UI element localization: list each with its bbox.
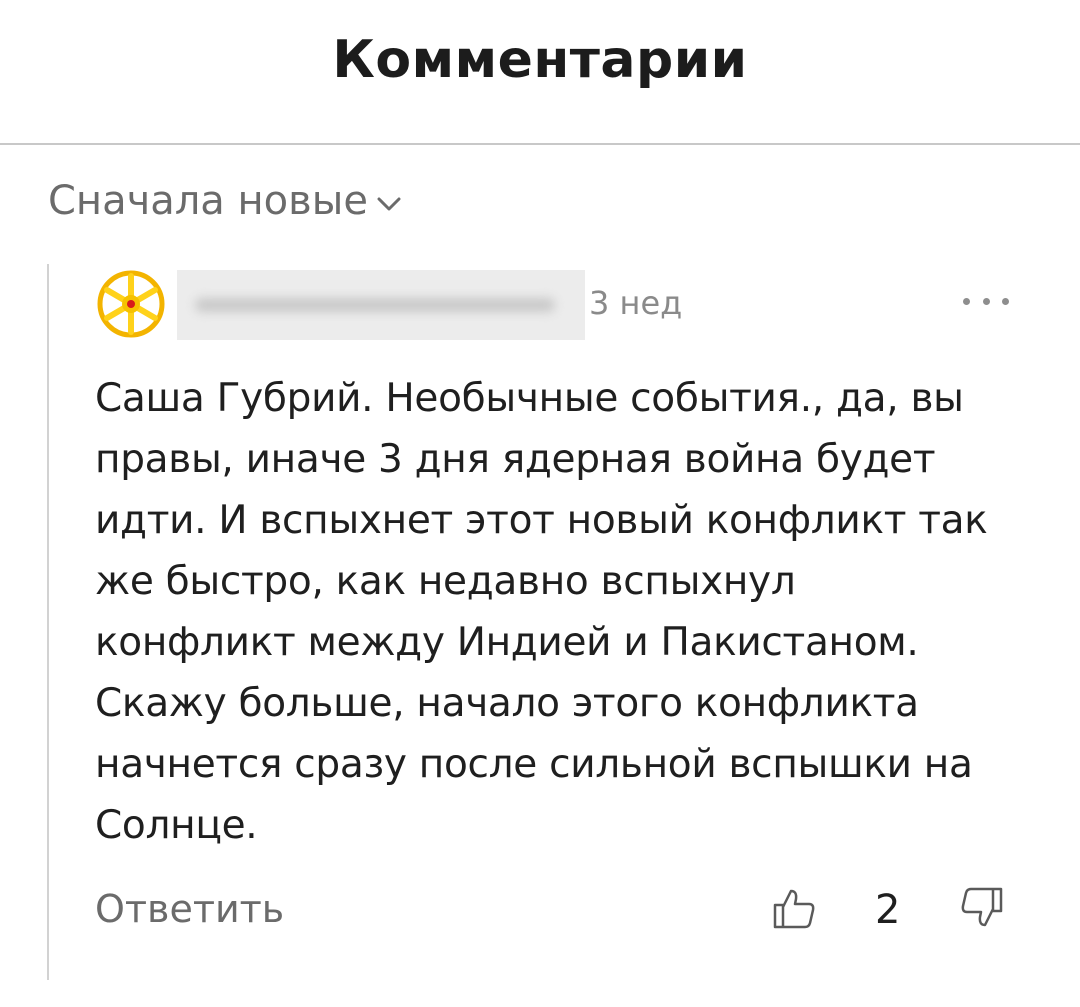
thread-line bbox=[47, 264, 49, 980]
comment-timestamp: 3 нед bbox=[589, 284, 683, 322]
like-count: 2 bbox=[875, 887, 901, 933]
chevron-down-icon bbox=[377, 197, 401, 211]
comments-page: Комментарии Сначала новые 3 нед Саша Губ… bbox=[0, 0, 1080, 1007]
thumbs-up-icon[interactable] bbox=[771, 885, 817, 931]
comment-actions: Ответить 2 bbox=[95, 885, 1035, 935]
more-dots-icon[interactable] bbox=[963, 287, 1009, 315]
sort-dropdown[interactable]: Сначала новые bbox=[48, 178, 402, 224]
page-title: Комментарии bbox=[332, 30, 748, 90]
author-name-blur bbox=[177, 270, 585, 340]
kolovrat-sun-icon bbox=[97, 270, 165, 338]
thumbs-down-icon[interactable] bbox=[959, 885, 1005, 931]
reply-button[interactable]: Ответить bbox=[95, 887, 284, 931]
sort-label: Сначала новые bbox=[48, 178, 368, 224]
header: Комментарии bbox=[0, 0, 1080, 145]
comment-text: Саша Губрий. Необычные события., да, вы … bbox=[95, 376, 988, 848]
avatar[interactable] bbox=[95, 268, 167, 340]
